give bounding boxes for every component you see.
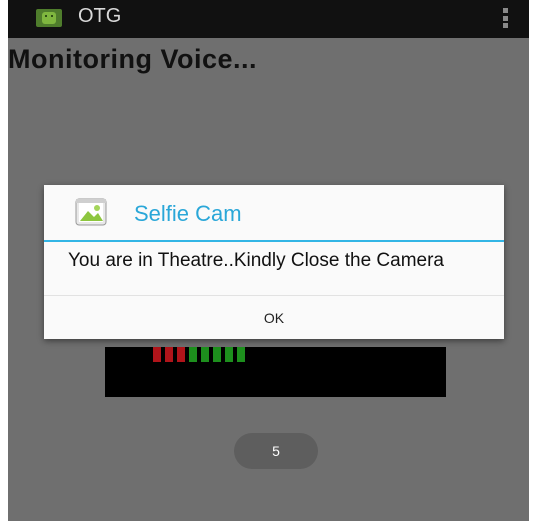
app-screen: OTG Monitoring Voice... 5 Selfie Cam You… — [8, 0, 529, 521]
ok-button[interactable]: OK — [44, 296, 504, 339]
meter-segment — [189, 347, 197, 362]
meter-segment — [201, 347, 209, 362]
meter-segment — [177, 347, 185, 362]
overflow-menu-icon[interactable] — [503, 8, 509, 28]
app-title: OTG — [78, 5, 122, 27]
action-bar: OTG — [8, 0, 529, 38]
dialog-header: Selfie Cam — [44, 185, 504, 242]
meter-segment — [213, 347, 221, 362]
voice-level-meter — [105, 347, 446, 397]
meter-bars — [153, 347, 245, 363]
dialog-message: You are in Theatre..Kindly Close the Cam… — [68, 250, 444, 271]
android-app-icon[interactable] — [34, 6, 64, 28]
counter-badge[interactable]: 5 — [234, 433, 318, 469]
meter-segment — [165, 347, 173, 362]
meter-segment — [225, 347, 233, 362]
dialog-title-divider — [44, 240, 504, 242]
meter-segment — [237, 347, 245, 362]
dialog-title: Selfie Cam — [134, 201, 242, 226]
gallery-app-icon — [75, 198, 107, 226]
page-title: Monitoring Voice... — [8, 44, 257, 74]
alert-dialog: Selfie Cam You are in Theatre..Kindly Cl… — [44, 185, 504, 339]
meter-segment — [153, 347, 161, 362]
